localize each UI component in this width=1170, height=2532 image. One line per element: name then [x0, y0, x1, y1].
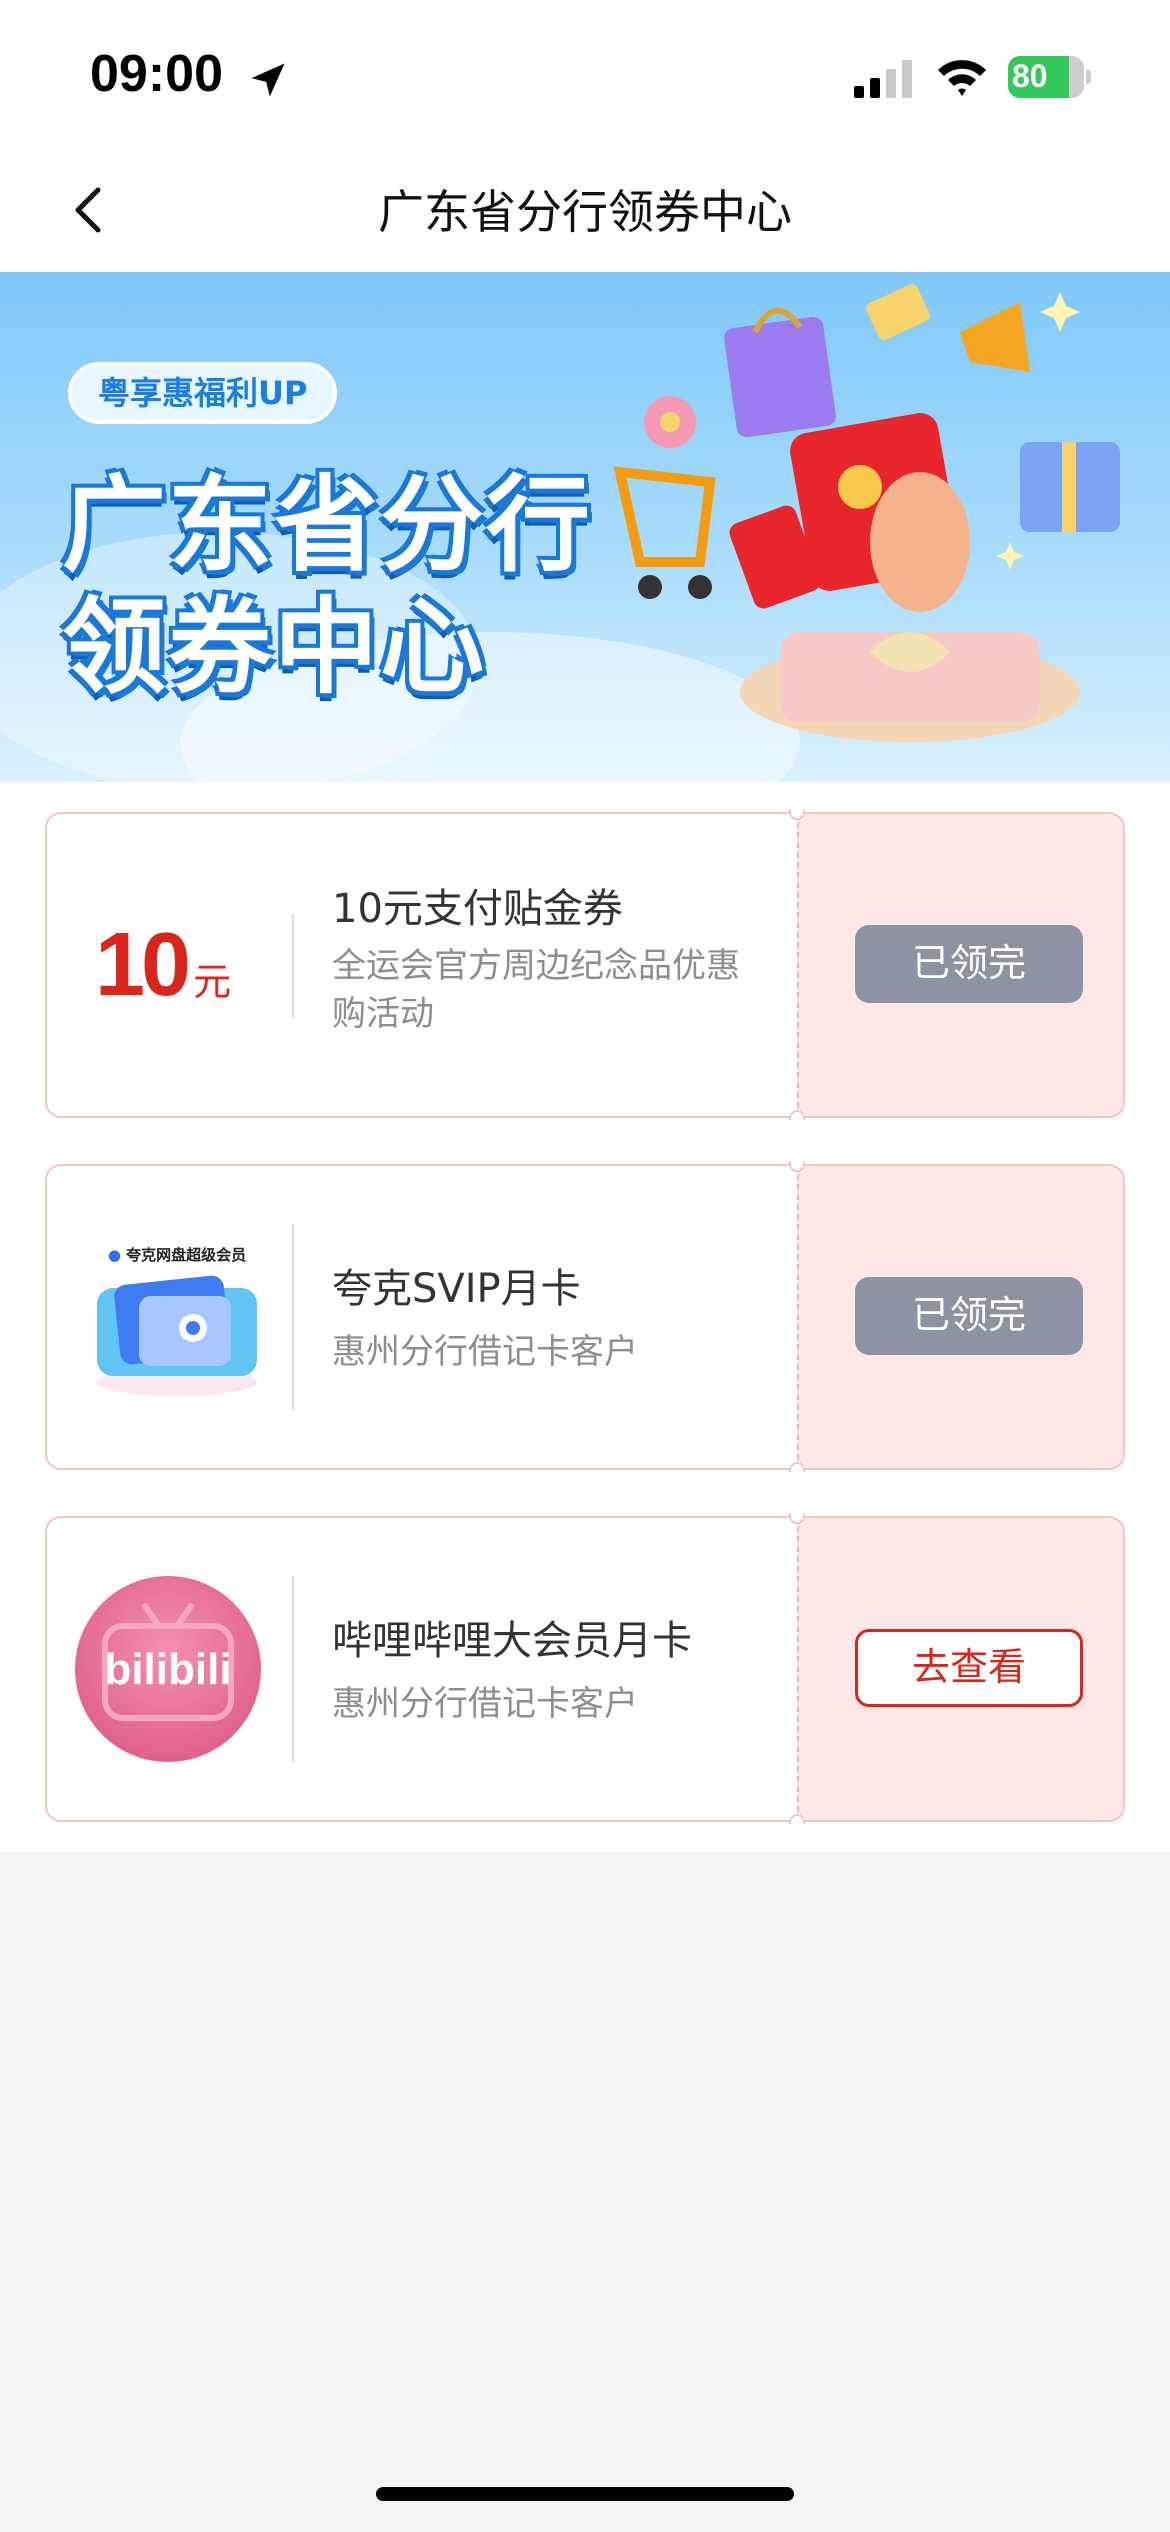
divider [292, 1224, 294, 1410]
coupon-body: 10 元 10元支付贴金券 全运会官方周边纪念品优惠购活动 [45, 812, 797, 1118]
claimed-button[interactable]: 已领完 [855, 925, 1083, 1003]
quark-card-icon [97, 1275, 257, 1396]
banner-illustration [613, 284, 1120, 742]
claimed-button[interactable]: 已领完 [855, 1277, 1083, 1355]
coupon-title: 夸克SVIP月卡 [332, 1266, 581, 1312]
coupon-body: bilibili 哔哩哔哩大会员月卡 惠州分行借记卡客户 [45, 1516, 797, 1822]
divider [292, 914, 294, 1018]
quark-logo-caption: ● 夸克网盘超级会员 [107, 1246, 247, 1264]
svg-text:bilibili: bilibili [104, 1645, 231, 1694]
banner-tag: 粤享惠福利UP [68, 362, 338, 424]
coupon-card: 10 元 10元支付贴金券 全运会官方周边纪念品优惠购活动 已领完 [45, 810, 1125, 1120]
signal-icon [854, 60, 912, 98]
promo-banner: 粤享惠福利UP 广东省分行 领券中心 [0, 272, 1170, 782]
bilibili-logo: bilibili [75, 1576, 261, 1762]
battery-percentage: 80 [1012, 58, 1048, 94]
coupon-amount: 10 元 [95, 914, 232, 1015]
coupon-amount-value: 10 [95, 915, 191, 1015]
status-bar: 09:00 80 [0, 0, 1170, 150]
quark-logo: ● 夸克网盘超级会员 [87, 1244, 267, 1404]
page-title: 广东省分行领券中心 [378, 185, 792, 239]
coupon-description: 惠州分行借记卡客户 [332, 1684, 638, 1724]
battery-icon: 80 [1008, 56, 1091, 98]
banner-title-line2: 领券中心 [62, 586, 487, 708]
coupon-title: 哔哩哔哩大会员月卡 [332, 1618, 692, 1664]
wifi-icon [938, 60, 986, 96]
status-time: 09:00 [90, 45, 223, 103]
coupon-description: 全运会官方周边纪念品优惠购活动 [332, 946, 740, 1034]
navigation-bar: 广东省分行领券中心 [0, 150, 1170, 272]
coupon-card: ● 夸克网盘超级会员 夸克SVIP月卡 惠州分行借记卡客户 已领完 [45, 1162, 1125, 1472]
view-button[interactable]: 去查看 [855, 1629, 1083, 1707]
coupon-list: 10 元 10元支付贴金券 全运会官方周边纪念品优惠购活动 已领完 ● 夸克网盘超… [0, 782, 1170, 1852]
coupon-card: bilibili 哔哩哔哩大会员月卡 惠州分行借记卡客户 去查看 [45, 1514, 1125, 1824]
coupon-title: 10元支付贴金券 [332, 886, 623, 932]
divider [292, 1576, 294, 1762]
location-arrow-icon [251, 63, 285, 97]
coupon-amount-unit: 元 [193, 960, 232, 1004]
coupon-description: 惠州分行借记卡客户 [332, 1332, 638, 1372]
coupon-body: ● 夸克网盘超级会员 夸克SVIP月卡 惠州分行借记卡客户 [45, 1164, 797, 1470]
home-indicator[interactable] [376, 2487, 794, 2501]
